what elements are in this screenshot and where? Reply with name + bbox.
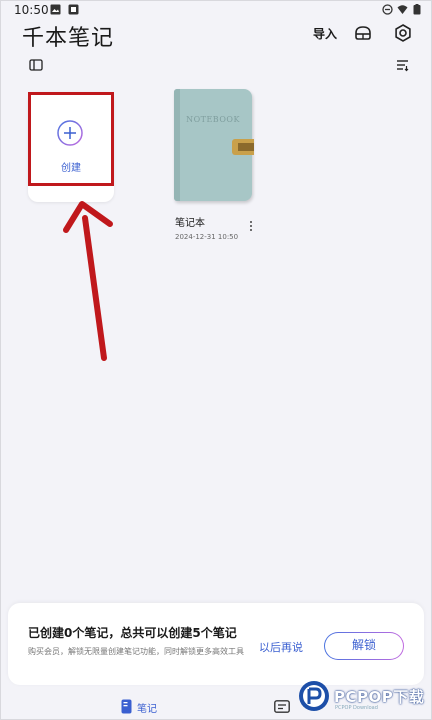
dnd-icon bbox=[382, 4, 393, 15]
sidebar-toggle-icon[interactable] bbox=[29, 58, 43, 72]
banner-title: 已创建0个笔记，总共可以创建5个笔记 bbox=[28, 626, 237, 640]
annotation-arrow-icon bbox=[63, 201, 113, 361]
app-title: 千本笔记 bbox=[22, 26, 115, 51]
highlight-box bbox=[28, 92, 114, 186]
tools-tab-icon[interactable] bbox=[274, 700, 290, 713]
settings-icon[interactable] bbox=[393, 23, 413, 43]
notebook-spine bbox=[174, 89, 180, 201]
image-notification-icon bbox=[50, 4, 61, 15]
more-options-icon[interactable] bbox=[248, 220, 254, 232]
notes-tab-icon[interactable] bbox=[121, 699, 132, 714]
notebook-clasp-band bbox=[238, 143, 254, 151]
watermark-text: PCPOP下载 bbox=[334, 688, 425, 706]
later-button[interactable]: 以后再说 bbox=[259, 639, 303, 655]
import-button[interactable]: 导入 bbox=[313, 25, 337, 42]
notebook-cover[interactable]: NOTEBOOK bbox=[174, 89, 254, 201]
status-bar: 10:50 bbox=[0, 0, 432, 20]
notebook-name: 笔记本 bbox=[175, 218, 205, 229]
notebook-date: 2024-12-31 10:50 bbox=[175, 233, 239, 241]
watermark-logo-icon bbox=[299, 681, 329, 711]
notes-tab-label[interactable]: 笔记 bbox=[137, 700, 157, 715]
watermark-subtext: PCPOP Download bbox=[335, 705, 378, 711]
banner-subtitle: 购买会员，解锁无限量创建笔记功能，同时解锁更多高效工具 bbox=[28, 647, 244, 656]
sort-icon[interactable] bbox=[396, 58, 410, 72]
theme-icon[interactable] bbox=[353, 23, 373, 43]
wifi-icon bbox=[397, 5, 408, 14]
app-notification-icon bbox=[68, 4, 79, 15]
status-time: 10:50 bbox=[14, 3, 49, 17]
unlock-button[interactable]: 解锁 bbox=[324, 632, 404, 660]
notebook-cover-title: NOTEBOOK bbox=[186, 115, 240, 124]
battery-icon bbox=[413, 4, 421, 15]
